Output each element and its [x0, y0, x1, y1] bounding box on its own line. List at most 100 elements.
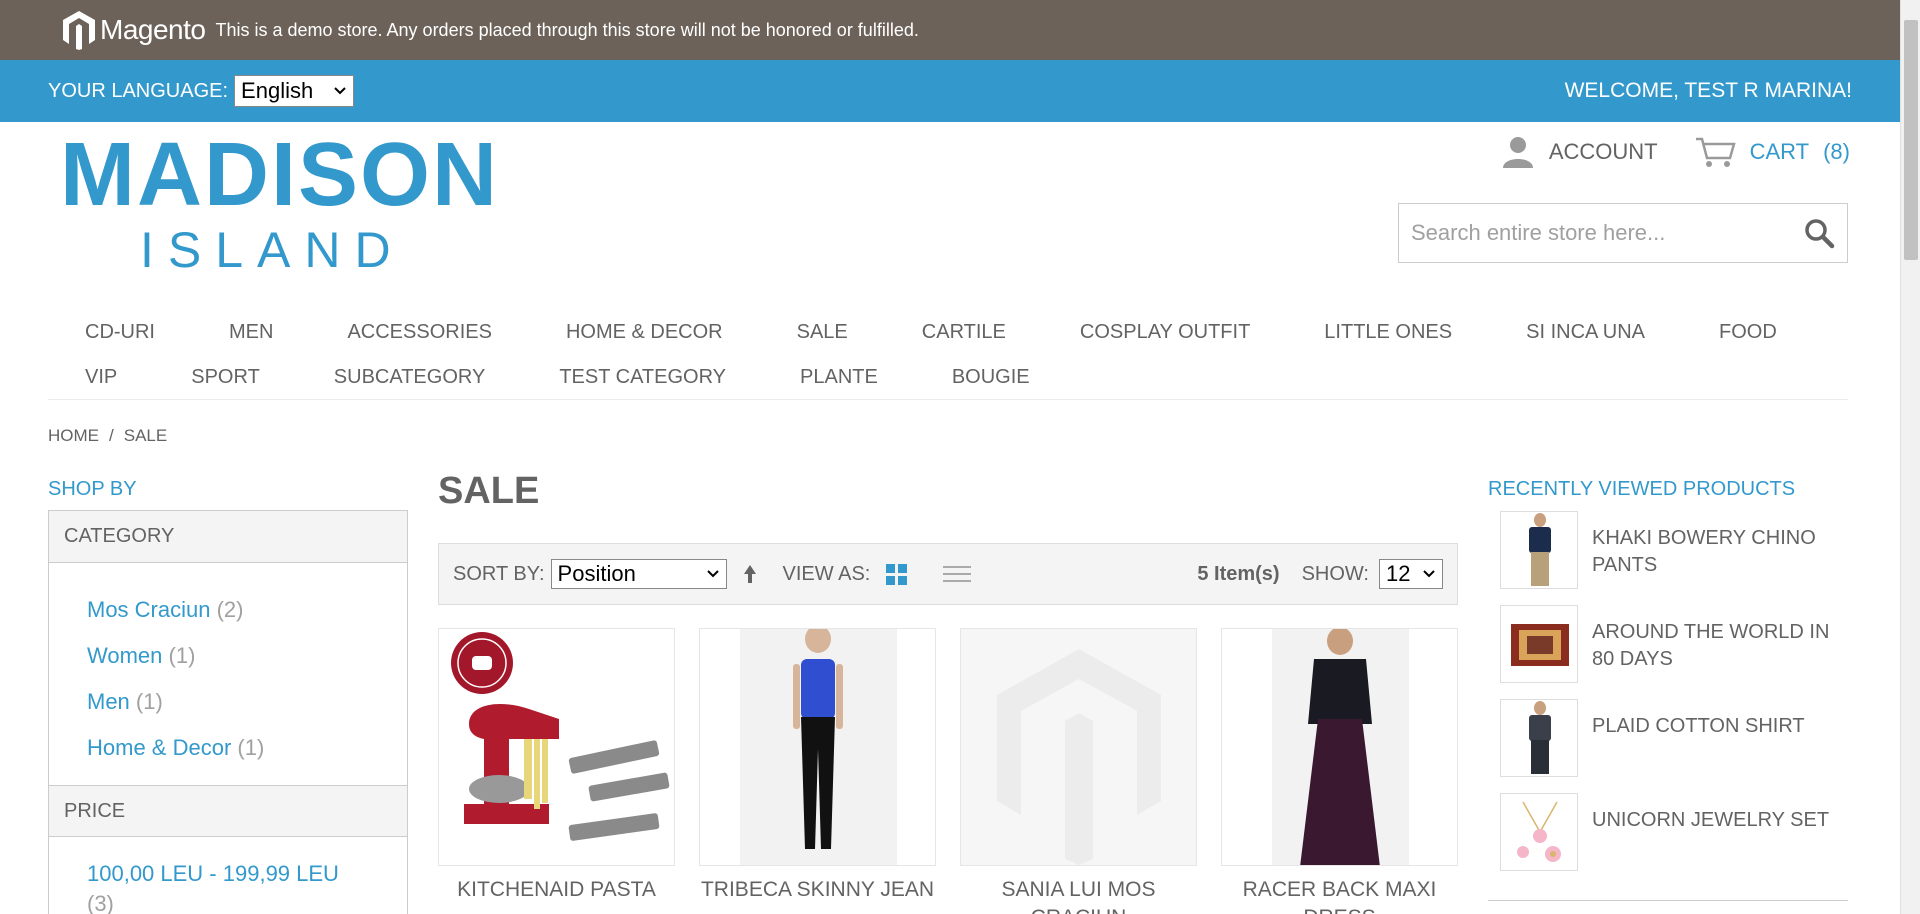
- category-filter-count: (1): [135, 689, 163, 714]
- category-filter-heading[interactable]: CATEGORY: [49, 511, 407, 563]
- nav-item-cartile[interactable]: CARTILE: [885, 321, 1043, 344]
- store-logo[interactable]: MADISON ISLAND: [60, 125, 499, 280]
- page-title: SALE: [438, 470, 540, 512]
- product-item[interactable]: TRIBECA SKINNY JEAN: [699, 628, 936, 914]
- recently-viewed-thumbnail[interactable]: [1500, 699, 1578, 777]
- chevron-down-icon: [1423, 570, 1435, 578]
- account-label: ACCOUNT: [1548, 139, 1658, 164]
- recently-viewed-heading: RECENTLY VIEWED PRODUCTS: [1488, 478, 1796, 500]
- nav-item-cd-uri[interactable]: CD-URI: [48, 321, 192, 344]
- nav-row-1: CD-URI MEN ACCESSORIES HOME & DECOR SALE…: [48, 310, 1848, 355]
- product-item[interactable]: RACER BACK MAXI DRESS: [1221, 628, 1458, 914]
- category-filter-item[interactable]: Men (1): [87, 679, 407, 725]
- skinny-jean-model-image: [740, 629, 897, 865]
- items-count: 5 Item(s): [1197, 562, 1280, 585]
- demo-notice-bar: Magento This is a demo store. Any orders…: [0, 0, 1900, 60]
- breadcrumb-current: SALE: [123, 426, 168, 445]
- scrollbar-thumb[interactable]: [1904, 20, 1918, 260]
- nav-item-little-ones[interactable]: LITTLE ONES: [1287, 321, 1489, 344]
- nav-item-subcategory[interactable]: SUBCATEGORY: [297, 366, 523, 389]
- welcome-message: WELCOME, TEST R MARINA!: [1564, 79, 1852, 102]
- product-image[interactable]: [699, 628, 936, 866]
- price-filter-label: 100,00 LEU - 199,99 LEU: [87, 861, 339, 886]
- list-view-icon[interactable]: [943, 566, 972, 582]
- recently-viewed-thumbnail[interactable]: [1500, 605, 1578, 683]
- grid-view-icon[interactable]: [886, 563, 908, 585]
- category-filter-item[interactable]: Mos Craciun (2): [87, 587, 407, 633]
- sort-by-select[interactable]: Position: [550, 559, 727, 589]
- sort-by-value: Position: [557, 561, 636, 586]
- category-filter-item[interactable]: Women (1): [87, 633, 407, 679]
- cart-icon: [1695, 137, 1736, 167]
- show-label: SHOW:: [1301, 562, 1369, 585]
- product-name[interactable]: SANIA LUI MOS CRACIUN: [960, 876, 1197, 914]
- nav-item-bougie[interactable]: BOUGIE: [915, 366, 1067, 389]
- product-name[interactable]: KITCHENAID PASTA: [438, 876, 675, 904]
- store-logo-line2: ISLAND: [140, 222, 405, 278]
- price-filter-heading[interactable]: PRICE: [49, 785, 407, 837]
- product-item[interactable]: SANIA LUI MOS CRACIUN: [960, 628, 1197, 914]
- show-limit-value: 12: [1386, 561, 1411, 586]
- product-image[interactable]: [438, 628, 675, 866]
- show-limit-select[interactable]: 12: [1379, 559, 1443, 589]
- chevron-down-icon: [706, 570, 719, 578]
- nav-item-accessories[interactable]: ACCESSORIES: [310, 321, 528, 344]
- header-links: ACCOUNT CART (8): [1501, 136, 1850, 168]
- breadcrumb: HOME / SALE: [48, 426, 167, 446]
- category-filter-list: Mos Craciun (2) Women (1) Men (1) Home &…: [49, 563, 407, 785]
- search-icon[interactable]: [1803, 217, 1835, 249]
- nav-item-vip[interactable]: VIP: [48, 366, 154, 389]
- nav-item-sport[interactable]: SPORT: [154, 366, 297, 389]
- nav-item-test-category[interactable]: TEST CATEGORY: [522, 366, 763, 389]
- category-filter-label: Mos Craciun: [87, 597, 211, 622]
- page: Magento This is a demo store. Any orders…: [0, 0, 1920, 914]
- recently-viewed-item[interactable]: PLAID COTTON SHIRT: [1500, 699, 1850, 793]
- recently-viewed-thumbnail[interactable]: [1500, 511, 1578, 589]
- nav-item-men[interactable]: MEN: [192, 321, 310, 344]
- cart-label: CART: [1749, 139, 1810, 164]
- price-filter-item[interactable]: 100,00 LEU - 199,99 LEU (3): [49, 837, 407, 914]
- nav-item-home-decor[interactable]: HOME & DECOR: [529, 321, 760, 344]
- nav-item-food[interactable]: FOOD: [1682, 321, 1814, 344]
- account-link[interactable]: ACCOUNT: [1501, 136, 1658, 168]
- product-name[interactable]: TRIBECA SKINNY JEAN: [699, 876, 936, 904]
- product-toolbar: SORT BY: Position VIEW AS: 5 Item(s) SHO…: [438, 543, 1458, 605]
- category-filter-label: Men: [87, 689, 130, 714]
- recently-viewed-name[interactable]: PLAID COTTON SHIRT: [1592, 713, 1805, 740]
- recently-viewed-name[interactable]: AROUND THE WORLD IN 80 DAYS: [1592, 619, 1850, 673]
- page-scrollbar[interactable]: [1900, 0, 1920, 914]
- recently-viewed-name[interactable]: UNICORN JEWELRY SET: [1592, 807, 1829, 834]
- chevron-down-icon: [334, 87, 346, 95]
- magento-logo-text: Magento: [100, 14, 206, 45]
- product-image[interactable]: [1221, 628, 1458, 866]
- sort-direction-arrow-icon[interactable]: [743, 563, 757, 585]
- nav-item-sale[interactable]: SALE: [760, 321, 885, 344]
- main-navigation: CD-URI MEN ACCESSORIES HOME & DECOR SALE…: [48, 310, 1848, 400]
- demo-notice-text: This is a demo store. Any orders placed …: [215, 19, 919, 40]
- layered-navigation: CATEGORY Mos Craciun (2) Women (1) Men (…: [48, 510, 408, 914]
- breadcrumb-home[interactable]: HOME: [48, 426, 99, 446]
- nav-item-si-inca-una[interactable]: SI INCA UNA: [1489, 321, 1682, 344]
- product-grid: KITCHENAID PASTA TRIBECA SKINNY JEAN SAN…: [438, 628, 1458, 914]
- language-select[interactable]: English: [234, 75, 355, 107]
- cart-link[interactable]: CART (8): [1694, 136, 1850, 168]
- recently-viewed-item[interactable]: AROUND THE WORLD IN 80 DAYS: [1500, 605, 1850, 699]
- recently-viewed-item[interactable]: KHAKI BOWERY CHINO PANTS: [1500, 511, 1850, 605]
- shop-by-heading: SHOP BY: [48, 478, 137, 500]
- product-item[interactable]: KITCHENAID PASTA: [438, 628, 675, 914]
- recently-viewed-thumbnail[interactable]: [1500, 793, 1578, 871]
- product-image[interactable]: [960, 628, 1197, 866]
- category-filter-count: (2): [216, 597, 244, 622]
- recently-viewed-name[interactable]: KHAKI BOWERY CHINO PANTS: [1592, 525, 1850, 579]
- category-filter-item[interactable]: Home & Decor (1): [87, 725, 407, 771]
- maxi-dress-model-image: [1272, 629, 1409, 865]
- nav-item-cosplay-outfit[interactable]: COSPLAY OUTFIT: [1043, 321, 1287, 344]
- view-as-label: VIEW AS:: [782, 562, 871, 585]
- category-filter-label: Home & Decor: [87, 735, 232, 760]
- product-name[interactable]: RACER BACK MAXI DRESS: [1221, 876, 1458, 914]
- sort-by-label: SORT BY:: [453, 562, 545, 585]
- store-logo-line1: MADISON: [60, 125, 499, 225]
- search-input[interactable]: [1411, 220, 1803, 246]
- nav-item-plante[interactable]: PLANTE: [763, 366, 915, 389]
- recently-viewed-item[interactable]: UNICORN JEWELRY SET: [1500, 793, 1850, 887]
